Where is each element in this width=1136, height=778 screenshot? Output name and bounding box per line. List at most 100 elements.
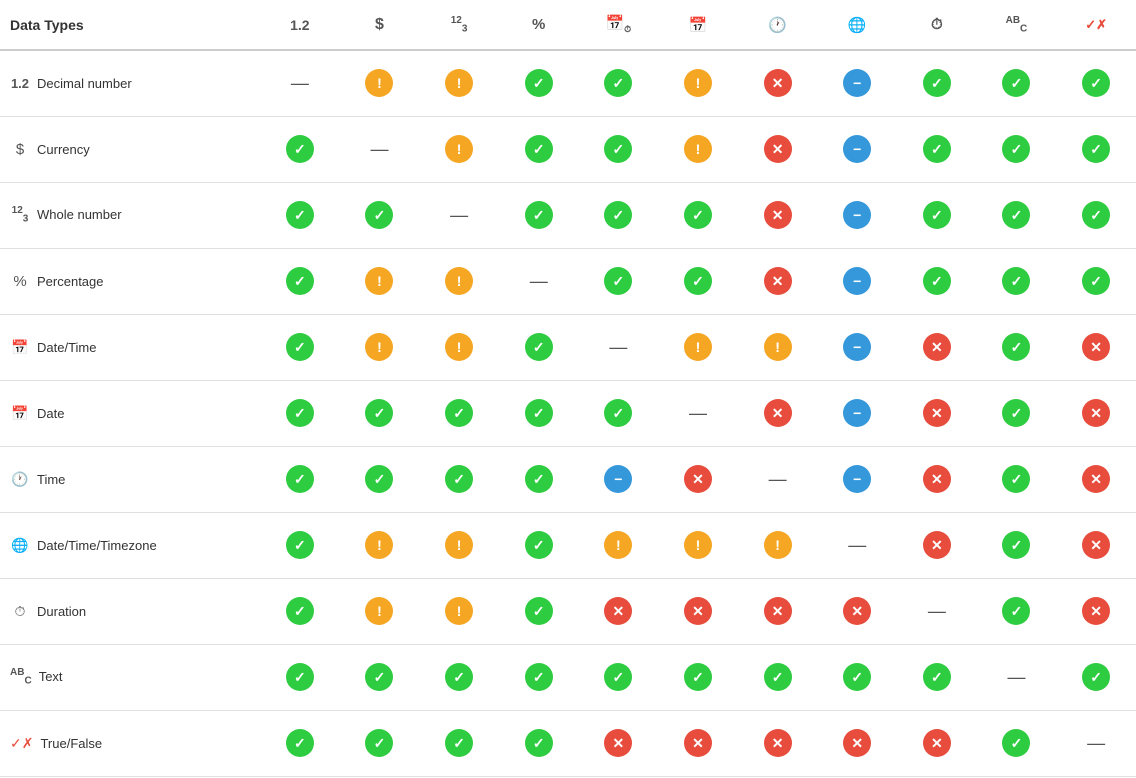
cell-datetime-time: ! <box>738 314 818 380</box>
cell-minus: − <box>843 201 871 229</box>
cell-check: ✓ <box>286 267 314 295</box>
cell-cross: ✕ <box>1082 531 1110 559</box>
cell-minus: − <box>843 135 871 163</box>
cell-time-date: ✕ <box>658 446 738 512</box>
cell-currency-duration: ✓ <box>897 116 977 182</box>
cell-warning: ! <box>684 531 712 559</box>
cell-truefalse-text: ✓ <box>977 710 1057 776</box>
cell-warning: ! <box>684 135 712 163</box>
cell-whole-time: ✕ <box>738 182 818 248</box>
col-header-time: 🕐 <box>738 0 818 50</box>
cell-percentage-currency: ! <box>340 248 420 314</box>
cell-check: ✓ <box>286 399 314 427</box>
cell-percentage-time: ✕ <box>738 248 818 314</box>
cell-cross: ✕ <box>604 729 632 757</box>
cell-duration-currency: ! <box>340 578 420 644</box>
cell-whole-currency: ✓ <box>340 182 420 248</box>
row-label-percentage: %Percentage <box>0 248 260 314</box>
table-row: 🌐Date/Time/Timezone✓!!✓!!!—✕✓✕ <box>0 512 1136 578</box>
cell-cross: ✕ <box>923 465 951 493</box>
cell-check: ✓ <box>1002 135 1030 163</box>
cell-warning: ! <box>445 597 473 625</box>
cell-warning: ! <box>684 333 712 361</box>
col-header-decimal: 1.2 <box>260 0 340 50</box>
cell-check: ✓ <box>525 663 553 691</box>
cell-currency-tz: − <box>817 116 897 182</box>
cell-tz-duration: ✕ <box>897 512 977 578</box>
cell-check: ✓ <box>1082 663 1110 691</box>
cell-date-whole: ✓ <box>419 380 499 446</box>
cell-minus: − <box>843 465 871 493</box>
cell-decimal-datetime: ✓ <box>579 50 659 116</box>
cell-percentage-decimal: ✓ <box>260 248 340 314</box>
cell-datetime-date: ! <box>658 314 738 380</box>
cell-cross: ✕ <box>1082 597 1110 625</box>
table-row: 📅Date/Time✓!!✓—!!−✕✓✕ <box>0 314 1136 380</box>
cell-minus: − <box>604 465 632 493</box>
cell-time-tz: − <box>817 446 897 512</box>
cell-whole-truefalse: ✓ <box>1056 182 1136 248</box>
cell-currency-whole: ! <box>419 116 499 182</box>
cell-dash: — <box>1087 733 1105 753</box>
cell-decimal-truefalse: ✓ <box>1056 50 1136 116</box>
cell-check: ✓ <box>525 465 553 493</box>
cell-cross: ✕ <box>764 399 792 427</box>
cell-cross: ✕ <box>843 729 871 757</box>
cell-truefalse-tz: ✕ <box>817 710 897 776</box>
cell-cross: ✕ <box>923 729 951 757</box>
cell-check: ✓ <box>525 597 553 625</box>
cell-percentage-whole: ! <box>419 248 499 314</box>
col-header-datetime: 📅⏱ <box>579 0 659 50</box>
cell-duration-datetime: ✕ <box>579 578 659 644</box>
row-label-time: 🕐Time <box>0 446 260 512</box>
cell-text-percent: ✓ <box>499 644 579 710</box>
cell-cross: ✕ <box>764 597 792 625</box>
cell-warning: ! <box>365 333 393 361</box>
cell-check: ✓ <box>604 135 632 163</box>
cell-check: ✓ <box>684 201 712 229</box>
cell-check: ✓ <box>923 69 951 97</box>
row-label-datetime: 📅Date/Time <box>0 314 260 380</box>
cell-percentage-datetime: ✓ <box>579 248 659 314</box>
cell-dash: — <box>769 469 787 489</box>
cell-check: ✓ <box>684 267 712 295</box>
cell-tz-text: ✓ <box>977 512 1057 578</box>
table-row: 123Whole number✓✓—✓✓✓✕−✓✓✓ <box>0 182 1136 248</box>
cell-text-decimal: ✓ <box>260 644 340 710</box>
cell-check: ✓ <box>286 135 314 163</box>
cell-percentage-text: ✓ <box>977 248 1057 314</box>
cell-cross: ✕ <box>764 729 792 757</box>
cell-cross: ✕ <box>684 465 712 493</box>
table-row: 1.2Decimal number—!!✓✓!✕−✓✓✓ <box>0 50 1136 116</box>
cell-cross: ✕ <box>923 531 951 559</box>
cell-cross: ✕ <box>1082 399 1110 427</box>
cell-text-duration: ✓ <box>897 644 977 710</box>
cell-check: ✓ <box>286 333 314 361</box>
cell-cross: ✕ <box>764 267 792 295</box>
cell-whole-duration: ✓ <box>897 182 977 248</box>
cell-check: ✓ <box>1002 399 1030 427</box>
cell-dash: — <box>1007 667 1025 687</box>
cell-cross: ✕ <box>923 399 951 427</box>
cell-duration-truefalse: ✕ <box>1056 578 1136 644</box>
cell-decimal-percent: ✓ <box>499 50 579 116</box>
table-row: ⏱Duration✓!!✓✕✕✕✕—✓✕ <box>0 578 1136 644</box>
cell-check: ✓ <box>604 69 632 97</box>
cell-dash: — <box>450 205 468 225</box>
cell-truefalse-percent: ✓ <box>499 710 579 776</box>
cell-text-tz: ✓ <box>817 644 897 710</box>
cell-warning: ! <box>764 531 792 559</box>
cell-text-text: — <box>977 644 1057 710</box>
col-header-tz: 🌐 <box>817 0 897 50</box>
cell-truefalse-time: ✕ <box>738 710 818 776</box>
cell-duration-whole: ! <box>419 578 499 644</box>
cell-dash: — <box>928 601 946 621</box>
cell-check: ✓ <box>1082 135 1110 163</box>
cell-check: ✓ <box>1002 201 1030 229</box>
cell-check: ✓ <box>445 663 473 691</box>
cell-check: ✓ <box>445 399 473 427</box>
cell-tz-truefalse: ✕ <box>1056 512 1136 578</box>
col-header-whole: 123 <box>419 0 499 50</box>
cell-check: ✓ <box>1002 729 1030 757</box>
table-row: 📅Date✓✓✓✓✓—✕−✕✓✕ <box>0 380 1136 446</box>
